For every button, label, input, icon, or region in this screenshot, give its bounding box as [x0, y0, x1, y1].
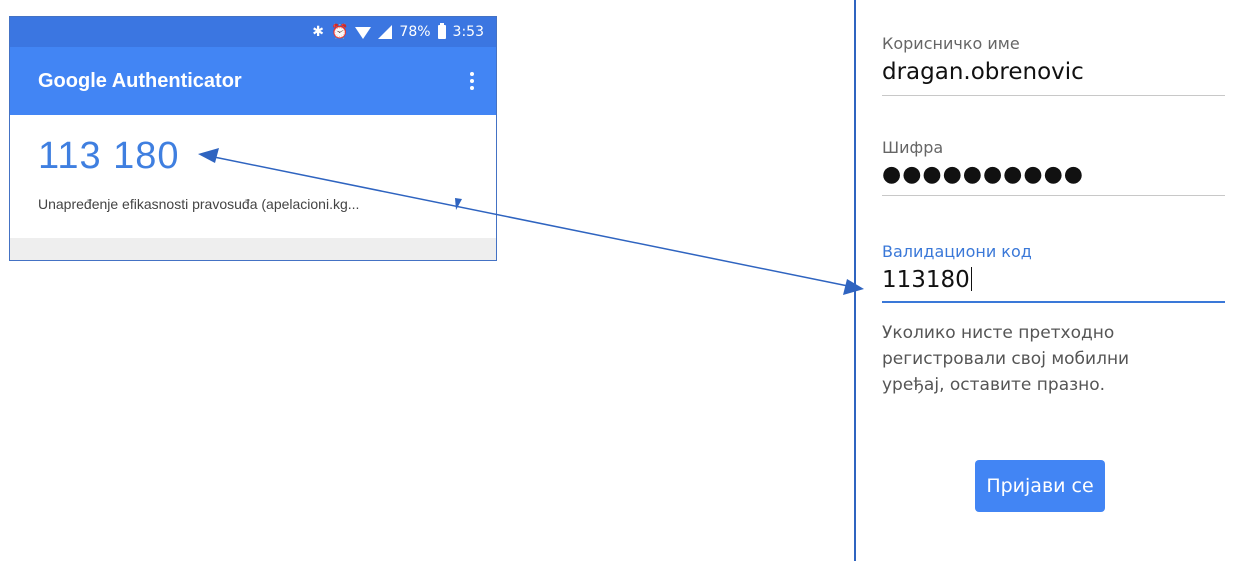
app-title: Google Authenticator	[38, 69, 242, 92]
otp-account-name: Unapređenje efikasnosti pravosuđa (apela…	[38, 196, 360, 212]
text-caret	[970, 267, 973, 291]
battery-icon	[437, 23, 446, 39]
alarm-icon: ⏰	[330, 24, 349, 40]
username-label: Корисничко име	[882, 34, 1020, 53]
status-time: 3:53	[452, 24, 484, 40]
vertical-divider	[854, 0, 856, 561]
validation-code-field[interactable]: Валидациони код 113180	[882, 242, 1225, 303]
app-bar: Google Authenticator	[10, 47, 496, 115]
more-vert-icon[interactable]	[466, 68, 478, 94]
validation-code-input[interactable]: 113180	[882, 267, 1225, 293]
validation-code-label: Валидациони код	[882, 242, 1032, 261]
username-input[interactable]: dragan.obrenovic	[882, 59, 1225, 85]
battery-level: 78%	[399, 24, 431, 40]
username-field[interactable]: Корисничко име dragan.obrenovic	[882, 34, 1225, 96]
validation-code-underline	[882, 301, 1225, 303]
validation-hint: Уколико нисте претходно регистровали сво…	[882, 323, 1130, 395]
password-underline	[882, 195, 1225, 196]
otp-entry[interactable]: 113 180 Unapređenje efikasnosti pravosuđ…	[10, 115, 496, 245]
login-button[interactable]: Пријави се	[975, 460, 1105, 512]
password-input[interactable]: ●●●●●●●●●●	[882, 162, 1225, 187]
username-underline	[882, 95, 1225, 96]
bluetooth-icon: ✱	[312, 24, 324, 40]
status-bar: ✱ ⏰ 78% 3:53	[10, 17, 496, 47]
password-label: Шифра	[882, 138, 944, 157]
password-field[interactable]: Шифра ●●●●●●●●●●	[882, 138, 1225, 196]
signal-icon	[378, 25, 393, 39]
validation-code-value: 113180	[882, 267, 970, 293]
authenticator-phone-screen: ✱ ⏰ 78% 3:53 Google Authenticator 113 18…	[9, 16, 497, 261]
otp-code: 113 180	[38, 135, 180, 177]
list-divider	[10, 238, 496, 260]
wifi-icon	[355, 27, 372, 39]
